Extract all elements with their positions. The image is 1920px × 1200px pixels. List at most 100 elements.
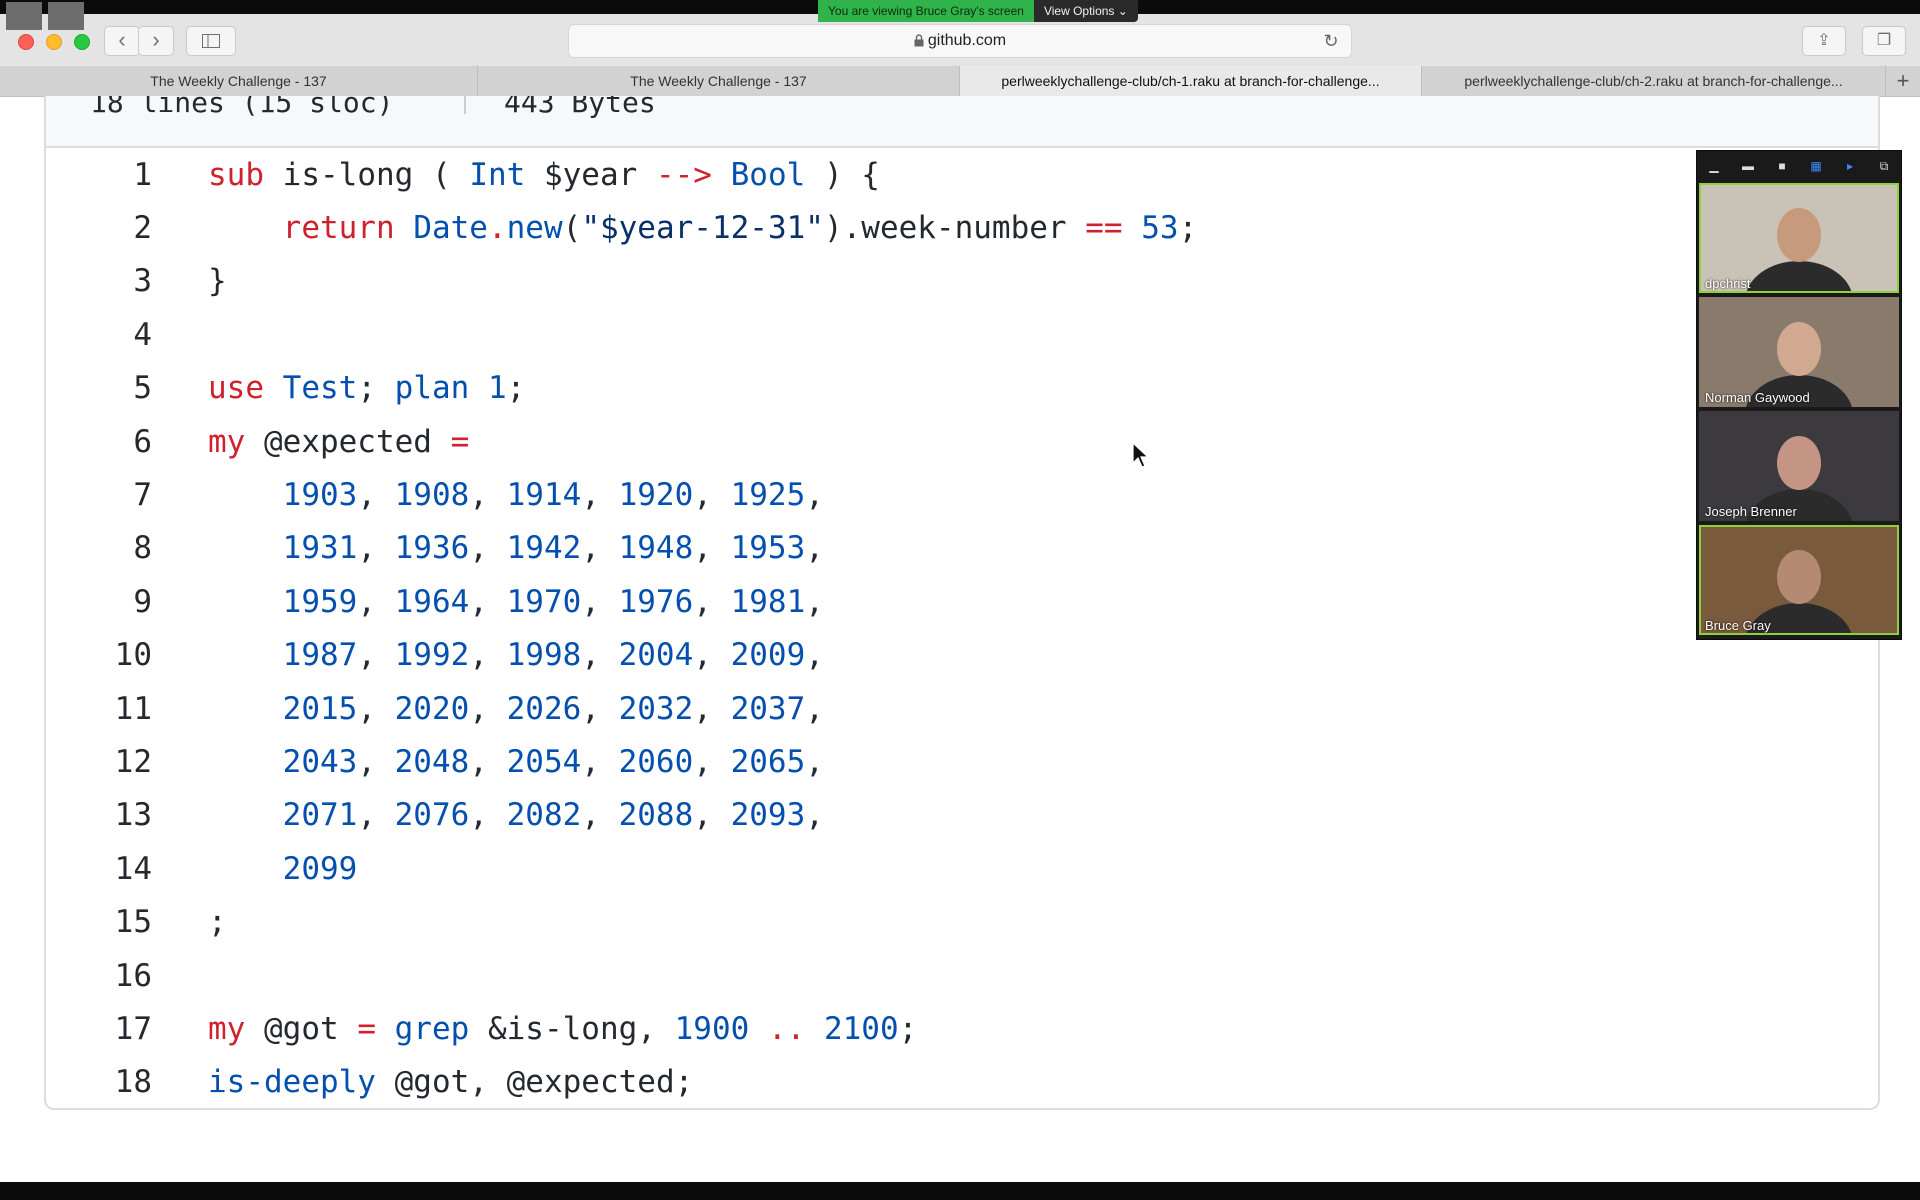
tab-title: The Weekly Challenge - 137: [630, 73, 807, 89]
tab-ch-1-raku[interactable]: perlweeklychallenge-club/ch-1.raku at br…: [960, 66, 1422, 96]
line-count: 18 lines (15 sloc): [90, 96, 394, 119]
participant-video-tile[interactable]: dpchrist: [1699, 183, 1899, 293]
code-text: ;: [208, 904, 227, 941]
tab-overview-icon: ❐: [1876, 32, 1892, 49]
speaker-view-icon[interactable]: ■: [1772, 159, 1792, 173]
line-number[interactable]: 12: [46, 744, 152, 780]
line-number[interactable]: 17: [46, 1011, 152, 1047]
minimize-window-button[interactable]: [46, 34, 62, 50]
tab-ch-2-raku[interactable]: perlweeklychallenge-club/ch-2.raku at br…: [1422, 66, 1886, 96]
tab-weekly-challenge-1[interactable]: The Weekly Challenge - 137: [0, 66, 478, 96]
code-line: 1 sub is-long ( Int $year --> Bool ) {: [46, 148, 1878, 201]
expand-arrow-icon[interactable]: ▸: [1840, 159, 1860, 173]
code-line: 8 1931, 1936, 1942, 1948, 1953,: [46, 522, 1878, 575]
minimize-video-icon[interactable]: ▁: [1704, 159, 1724, 173]
code-line: 11 2015, 2020, 2026, 2032, 2037,: [46, 682, 1878, 735]
url-text: github.com: [927, 32, 1007, 49]
code-line: 15;: [46, 895, 1878, 948]
line-number[interactable]: 4: [46, 317, 152, 353]
code-line: 5 use Test; plan 1;: [46, 362, 1878, 415]
share-status-icon[interactable]: [48, 2, 84, 30]
participant-video-tile[interactable]: Norman Gaywood: [1699, 297, 1899, 407]
line-number[interactable]: 18: [46, 1064, 152, 1100]
code-text: 1903, 1908, 1914, 1920, 1925,: [282, 477, 824, 514]
back-button[interactable]: ‹: [104, 26, 140, 56]
window-controls: [18, 34, 90, 50]
code-listing[interactable]: 1 sub is-long ( Int $year --> Bool ) { 2 r…: [46, 148, 1878, 1108]
line-number[interactable]: 10: [46, 637, 152, 673]
code-line: 12 2043, 2048, 2054, 2060, 2065,: [46, 735, 1878, 788]
bottom-screen-strip: [0, 1182, 1920, 1200]
code-text: use Test; plan 1;: [208, 370, 526, 407]
code-line: 7 1903, 1908, 1914, 1920, 1925,: [46, 468, 1878, 521]
chevron-down-icon: ⌄: [1117, 4, 1128, 18]
pop-out-icon[interactable]: ⧉: [1874, 159, 1894, 174]
code-line: 4: [46, 308, 1878, 361]
reload-icon[interactable]: ↻: [1321, 31, 1341, 51]
file-info-header: 18 lines (15 sloc) 443 Bytes: [46, 96, 1878, 148]
code-text: 2015, 2020, 2026, 2032, 2037,: [282, 690, 824, 727]
forward-button[interactable]: ›: [138, 26, 174, 56]
address-bar[interactable]: github.com ↻: [568, 24, 1352, 58]
code-line: 18 is-deeply @got, @expected;: [46, 1056, 1878, 1108]
plus-icon: +: [1896, 68, 1910, 93]
info-icon[interactable]: [6, 2, 42, 30]
share-button[interactable]: ⇪: [1802, 26, 1846, 56]
gallery-view-icon[interactable]: ▦: [1806, 159, 1826, 173]
code-text: 1931, 1936, 1942, 1948, 1953,: [282, 530, 824, 567]
tab-title: perlweeklychallenge-club/ch-2.raku at br…: [1464, 73, 1843, 89]
chevron-right-icon: ›: [152, 27, 160, 52]
hide-video-icon[interactable]: ▬: [1738, 159, 1758, 173]
participant-name: Norman Gaywood: [1705, 390, 1810, 405]
lock-icon: [914, 34, 924, 47]
code-line: 14 2099: [46, 842, 1878, 895]
line-number[interactable]: 6: [46, 424, 152, 460]
close-window-button[interactable]: [18, 34, 34, 50]
code-line: 9 1959, 1964, 1970, 1976, 1981,: [46, 575, 1878, 628]
file-size: 443 Bytes: [504, 96, 656, 119]
header-divider: [464, 96, 466, 114]
participant-video-tile[interactable]: Bruce Gray: [1699, 525, 1899, 635]
line-number[interactable]: 14: [46, 851, 152, 887]
code-text: is-deeply @got, @expected;: [208, 1064, 694, 1101]
line-number[interactable]: 9: [46, 584, 152, 620]
line-number[interactable]: 5: [46, 370, 152, 406]
viewing-screen-label: You are viewing Bruce Gray's screen: [818, 0, 1034, 22]
line-number[interactable]: 16: [46, 958, 152, 994]
line-number[interactable]: 1: [46, 157, 152, 193]
chevron-left-icon: ‹: [118, 27, 126, 52]
code-text: 1959, 1964, 1970, 1976, 1981,: [282, 583, 824, 620]
code-text: my @expected =: [208, 423, 470, 460]
zoom-corner-controls: [6, 2, 84, 30]
mouse-cursor-icon: [1132, 442, 1150, 468]
new-tab-button[interactable]: +: [1886, 66, 1920, 96]
code-file-panel: 18 lines (15 sloc) 443 Bytes 1 sub is-lon…: [44, 96, 1880, 1110]
code-line: 6 my @expected =: [46, 415, 1878, 468]
participant-video-tile[interactable]: Joseph Brenner: [1699, 411, 1899, 521]
sidebar-toggle-button[interactable]: [186, 26, 236, 56]
code-line: 17 my @got = grep &is-long, 1900 .. 2100;: [46, 1002, 1878, 1055]
tab-overview-button[interactable]: ❐: [1862, 26, 1906, 56]
code-text: 2043, 2048, 2054, 2060, 2065,: [282, 743, 824, 780]
code-text: sub is-long ( Int $year --> Bool ) {: [208, 156, 880, 193]
sidebar-icon: [202, 34, 220, 48]
line-number[interactable]: 7: [46, 477, 152, 513]
tab-title: perlweeklychallenge-club/ch-1.raku at br…: [1001, 73, 1380, 89]
code-text: my @got = grep &is-long, 1900 .. 2100;: [208, 1010, 918, 1047]
code-text: return Date.new("$year-12-31").week-numb…: [282, 210, 1198, 247]
line-number[interactable]: 3: [46, 263, 152, 299]
line-number[interactable]: 11: [46, 691, 152, 727]
code-text: 1987, 1992, 1998, 2004, 2009,: [282, 637, 824, 674]
code-line: 2 return Date.new("$year-12-31").week-nu…: [46, 201, 1878, 254]
view-options-button[interactable]: View Options ⌄: [1033, 0, 1138, 22]
tab-weekly-challenge-2[interactable]: The Weekly Challenge - 137: [478, 66, 960, 96]
video-panel-toolbar: ▁ ▬ ■ ▦ ▸ ⧉: [1697, 151, 1901, 181]
line-number[interactable]: 8: [46, 530, 152, 566]
line-number[interactable]: 15: [46, 904, 152, 940]
tab-bar: The Weekly Challenge - 137 The Weekly Ch…: [0, 66, 1920, 97]
zoom-window-button[interactable]: [74, 34, 90, 50]
line-number[interactable]: 2: [46, 210, 152, 246]
video-gallery-panel: ▁ ▬ ■ ▦ ▸ ⧉ dpchrist Norman Gaywood Joseph…: [1696, 150, 1902, 640]
line-number[interactable]: 13: [46, 797, 152, 833]
code-line: 13 2071, 2076, 2082, 2088, 2093,: [46, 789, 1878, 842]
